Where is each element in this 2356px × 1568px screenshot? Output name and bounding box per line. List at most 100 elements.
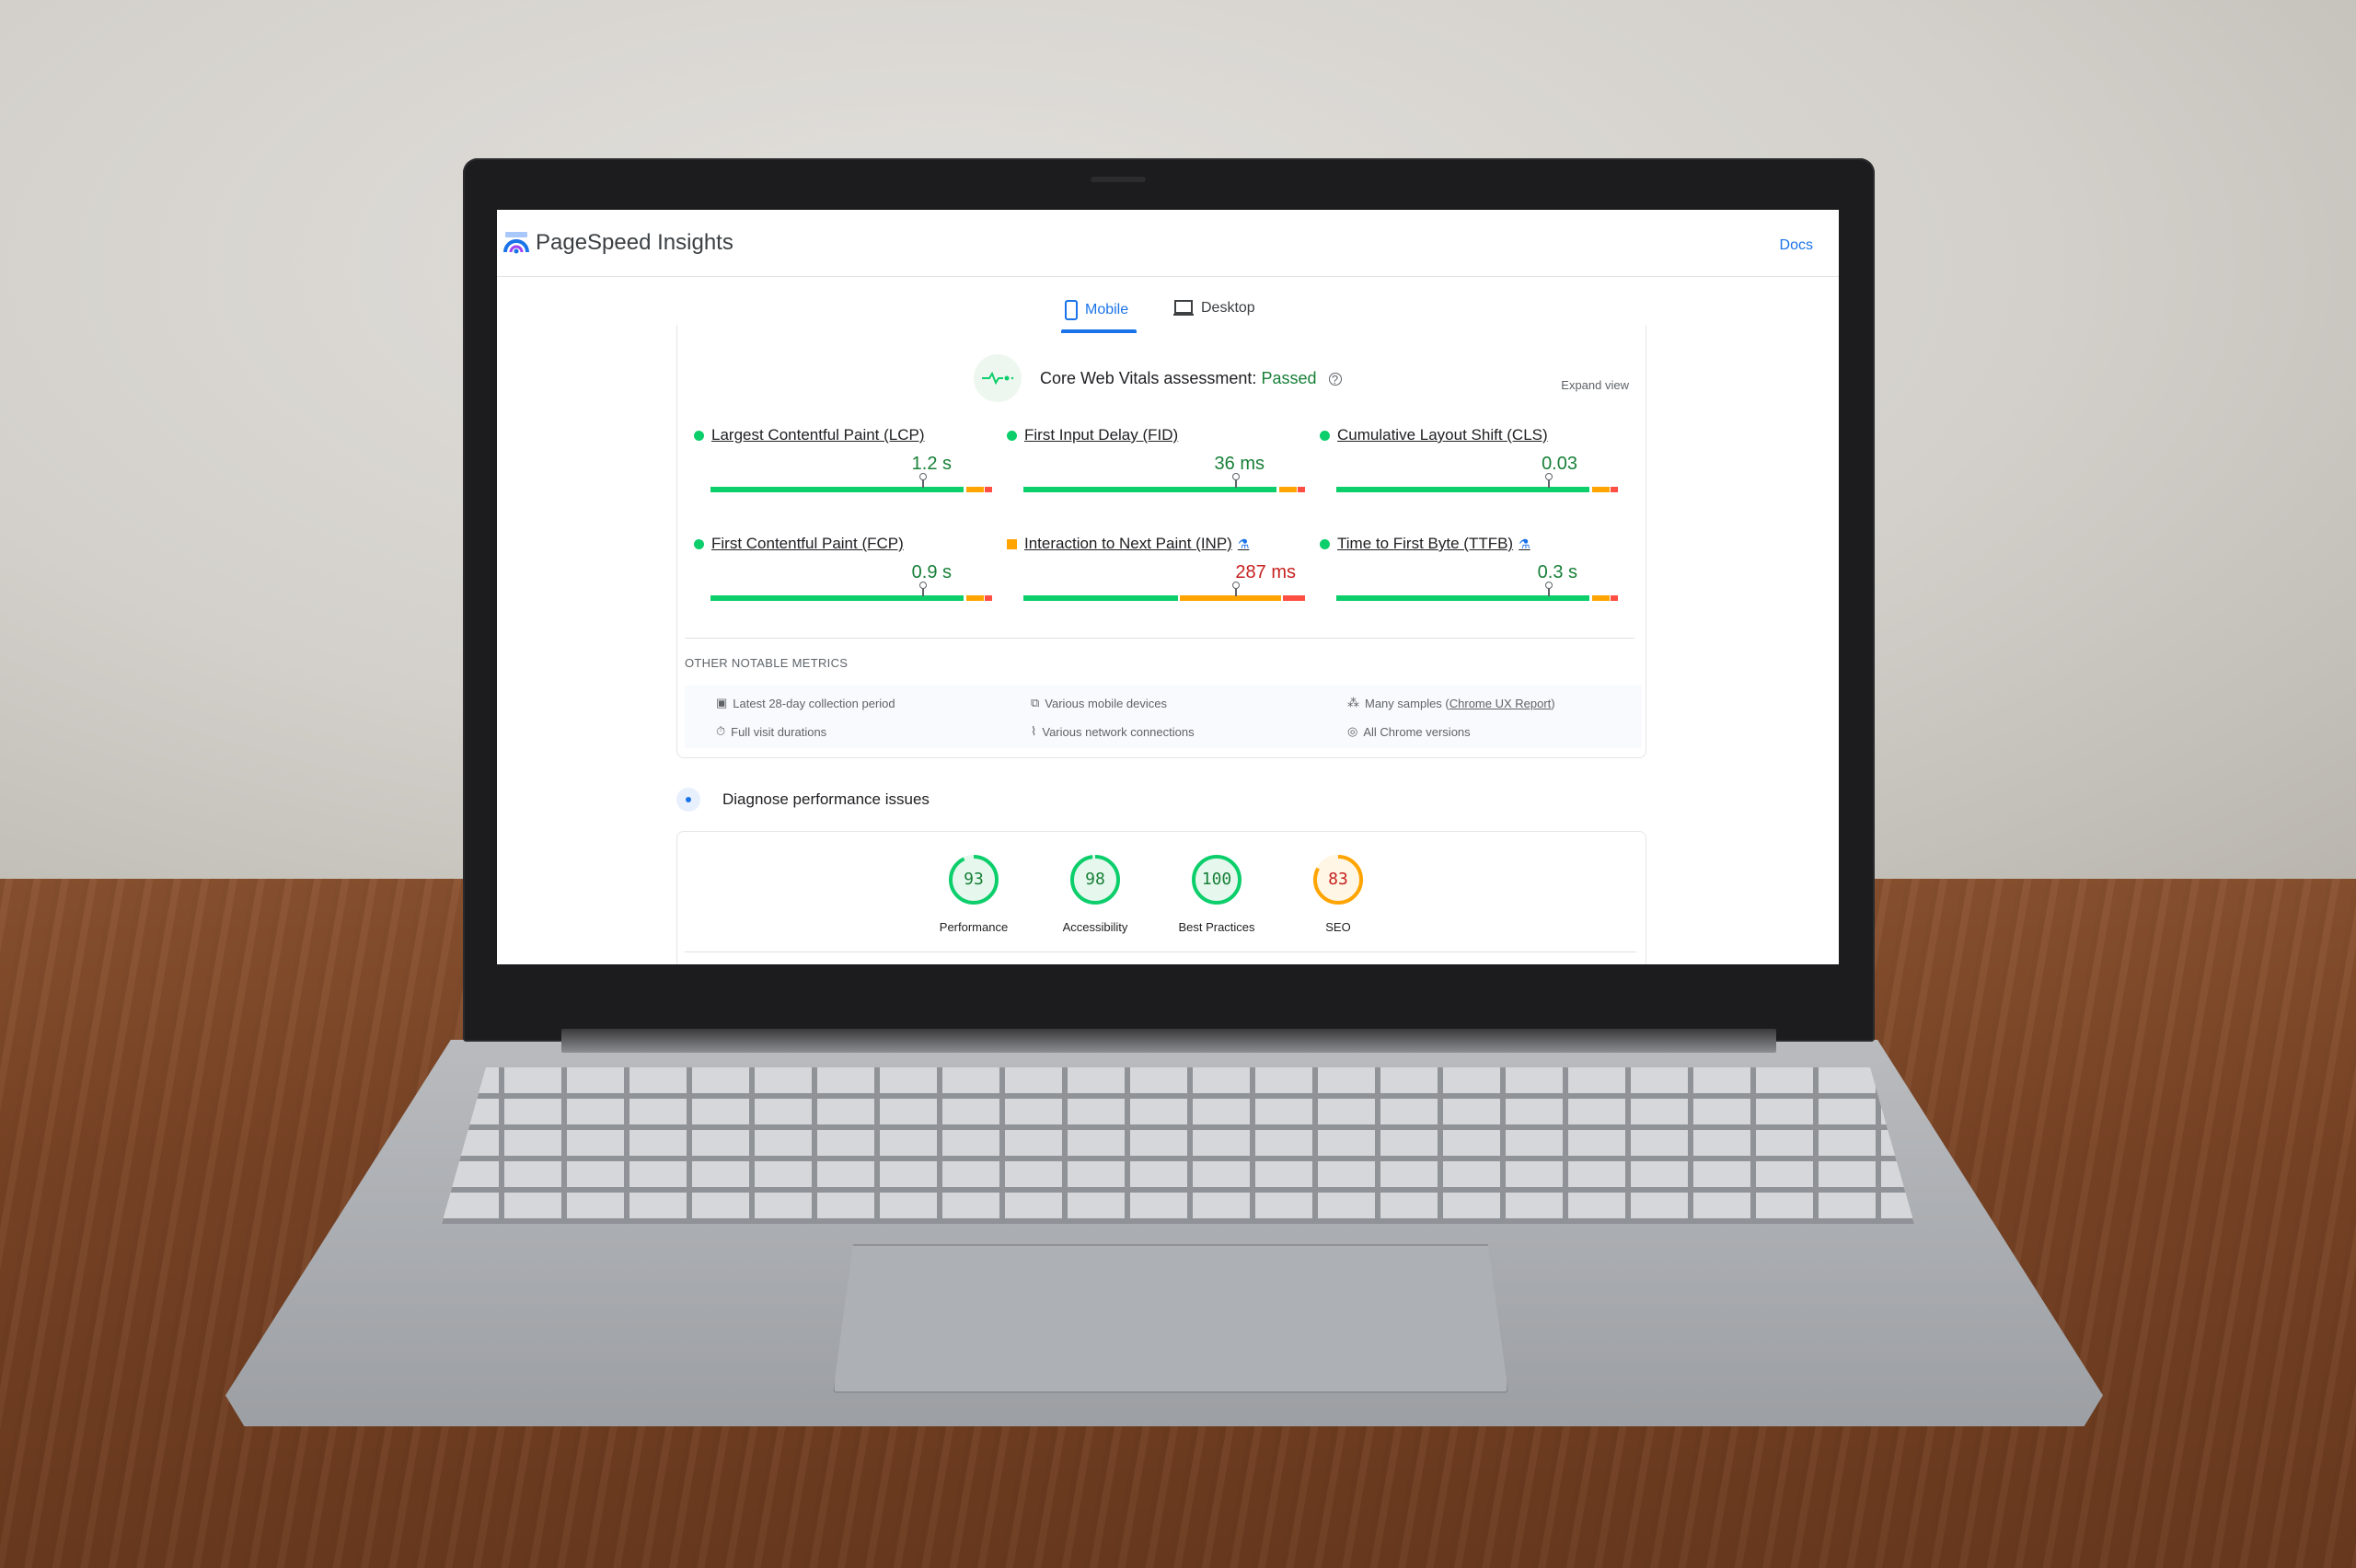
info-devices-text: Various mobile devices: [1045, 696, 1168, 710]
score-label: SEO: [1325, 920, 1351, 934]
touchpad[interactable]: [833, 1244, 1508, 1393]
good-status-dot-icon: [694, 538, 704, 549]
poor-segment: [1611, 595, 1618, 601]
diagnose-icon: [676, 788, 700, 812]
metric-value: 1.2 s: [911, 454, 952, 474]
section-divider: [685, 638, 1634, 639]
distribution-bar: [710, 473, 992, 492]
info-durations: ⏱ Full visit durations: [716, 724, 826, 739]
cwv-text: Core Web Vitals assessment: Passed ?: [1040, 369, 1342, 388]
info-chrome: ◎ All Chrome versions: [1347, 724, 1471, 739]
calendar-icon: ▣: [716, 696, 728, 709]
expand-view-button[interactable]: Expand view: [1561, 378, 1629, 392]
metric-1: Interaction to Next Paint (INP) ⚗ 287 ms: [1007, 535, 1320, 617]
app-title: PageSpeed Insights: [536, 230, 733, 255]
poor-segment: [985, 487, 992, 492]
info-samples: ⁂ Many samples (Chrome UX Report): [1347, 696, 1555, 710]
metric-label[interactable]: Time to First Byte (TTFB) ⚗: [1320, 535, 1530, 553]
metric-value: 0.3 s: [1537, 562, 1577, 582]
needs-improvement-segment: [1279, 487, 1297, 492]
metric-label-text: First Input Delay (FID): [1024, 426, 1179, 444]
percentile-marker: [1544, 582, 1553, 596]
flask-experimental-icon: ⚗: [1237, 536, 1250, 551]
cwv-label: Core Web Vitals assessment:: [1040, 368, 1257, 387]
laptop-icon: [1173, 300, 1194, 316]
good-segment: [710, 595, 964, 601]
metric-value: 0.03: [1542, 454, 1577, 474]
metric-1: First Input Delay (FID) 36 ms: [1007, 426, 1320, 509]
distribution-bar: [1023, 473, 1305, 492]
score-label: Accessibility: [1062, 920, 1128, 934]
samples-icon: ⁂: [1347, 696, 1359, 709]
cwv-status: Passed: [1261, 368, 1317, 387]
docs-link[interactable]: Docs: [1780, 237, 1813, 254]
chrome-ux-report-link[interactable]: Chrome UX Report: [1449, 697, 1552, 710]
percentile-marker: [1231, 473, 1240, 488]
metric-2: Cumulative Layout Shift (CLS) 0.03: [1320, 426, 1633, 509]
percentile-marker: [1231, 582, 1240, 596]
app-header: PageSpeed Insights Docs: [497, 210, 1839, 277]
distribution-bar: [1336, 582, 1618, 601]
metric-label-text: Largest Contentful Paint (LCP): [711, 426, 925, 444]
help-icon[interactable]: ?: [1328, 373, 1342, 386]
metric-label[interactable]: Cumulative Layout Shift (CLS): [1320, 426, 1548, 444]
needs-improvement-segment: [966, 595, 984, 601]
network-icon: ⌇: [1031, 724, 1037, 738]
webcam: [1091, 177, 1146, 182]
info-network-text: Various network connections: [1042, 724, 1195, 739]
score-gauge-performance[interactable]: 93 Performance: [940, 854, 1008, 934]
score-gauges: 93 Performance 98 Accessibility 100 Best Prac…: [940, 854, 1364, 934]
distribution-bar: [710, 582, 992, 601]
tab-mobile[interactable]: Mobile: [1065, 300, 1128, 320]
metric-label-text: Cumulative Layout Shift (CLS): [1337, 426, 1548, 444]
laptop-hinge: [561, 1029, 1776, 1053]
distribution-bar: [1336, 473, 1618, 492]
good-segment: [1336, 595, 1590, 601]
cwv-assessment: Core Web Vitals assessment: Passed ?: [974, 354, 1342, 402]
score-value: 83: [1328, 870, 1348, 889]
info-samples-text: Many samples (Chrome UX Report): [1365, 697, 1555, 710]
poor-segment: [1611, 487, 1618, 492]
info-period: ▣ Latest 28-day collection period: [716, 696, 895, 710]
percentile-marker: [918, 473, 927, 488]
info-chrome-text: All Chrome versions: [1363, 724, 1471, 739]
good-segment: [1336, 487, 1590, 492]
score-value: 93: [964, 870, 984, 889]
needs-improvement-segment: [1179, 595, 1281, 601]
metric-label[interactable]: Interaction to Next Paint (INP) ⚗: [1007, 535, 1249, 553]
tab-desktop[interactable]: Desktop: [1173, 300, 1255, 317]
metric-label[interactable]: Largest Contentful Paint (LCP): [694, 426, 925, 444]
poor-segment: [985, 595, 992, 601]
average-status-square-icon: [1007, 538, 1017, 549]
good-status-dot-icon: [1320, 430, 1330, 441]
metric-value: 287 ms: [1235, 562, 1296, 582]
mobile-phone-icon: [1065, 300, 1078, 320]
metric-label[interactable]: First Input Delay (FID): [1007, 426, 1178, 444]
needs-improvement-segment: [1592, 595, 1610, 601]
metric-label[interactable]: First Contentful Paint (FCP): [694, 535, 904, 553]
info-devices: ⧉ Various mobile devices: [1031, 696, 1167, 710]
score-gauge-seo[interactable]: 83 SEO: [1312, 854, 1364, 934]
good-segment: [1023, 487, 1277, 492]
info-network: ⌇ Various network connections: [1031, 724, 1195, 739]
poor-segment: [1282, 595, 1305, 601]
card-divider: [685, 951, 1636, 952]
flask-experimental-icon: ⚗: [1519, 536, 1530, 551]
metric-0: First Contentful Paint (FCP) 0.9 s: [694, 535, 1007, 617]
score-gauge-best-practices[interactable]: 100 Best Practices: [1178, 854, 1255, 934]
vitals-pulse-icon: [974, 354, 1022, 402]
score-label: Performance: [939, 920, 1009, 934]
metric-label-text: Interaction to Next Paint (INP): [1024, 535, 1232, 552]
stopwatch-icon: ⏱: [716, 724, 726, 738]
distribution-bar: [1023, 582, 1305, 601]
pagespeed-logo-icon: [503, 232, 529, 254]
metric-0: Largest Contentful Paint (LCP) 1.2 s: [694, 426, 1007, 509]
good-status-dot-icon: [694, 430, 704, 441]
keyboard: [442, 1067, 1914, 1224]
chrome-icon: ◎: [1347, 724, 1358, 738]
info-durations-text: Full visit durations: [731, 724, 827, 739]
tab-desktop-label: Desktop: [1201, 300, 1255, 316]
score-gauge-accessibility[interactable]: 98 Accessibility: [1063, 854, 1127, 934]
score-value: 98: [1085, 870, 1105, 889]
info-period-text: Latest 28-day collection period: [733, 696, 895, 710]
